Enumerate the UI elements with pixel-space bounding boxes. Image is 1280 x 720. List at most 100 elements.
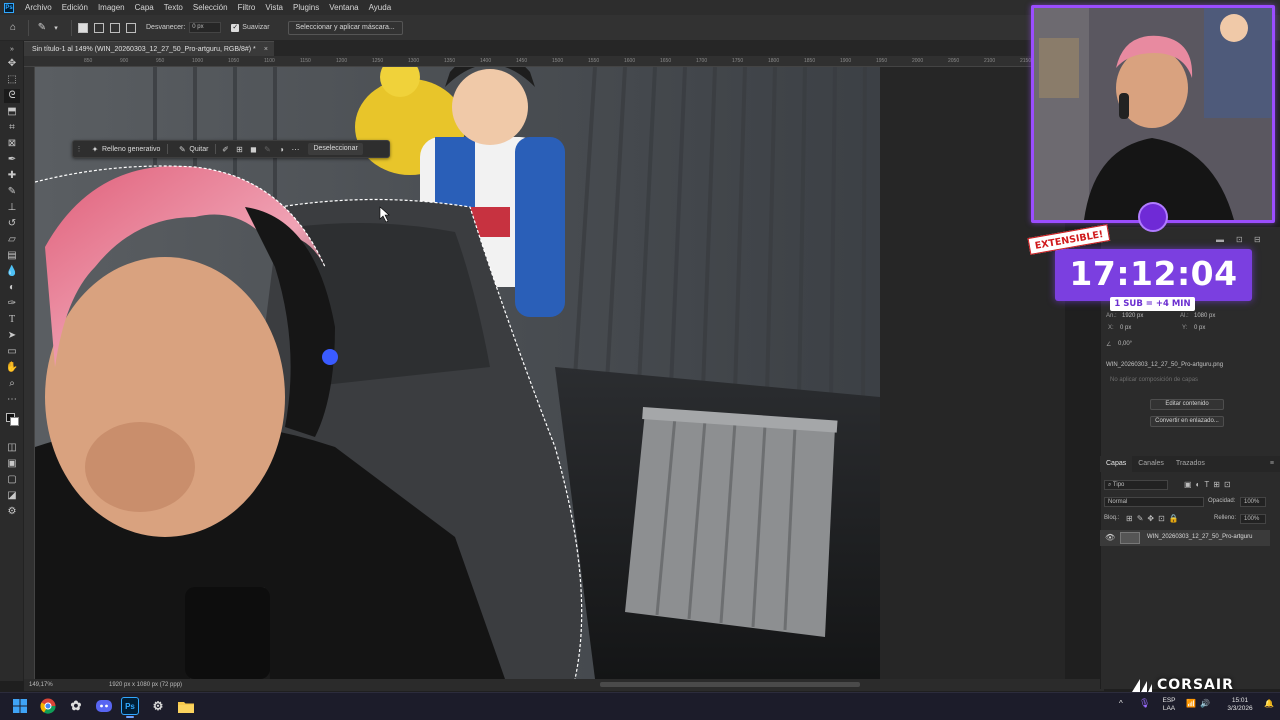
menu-vista[interactable]: Vista <box>260 3 288 12</box>
speaker-icon[interactable]: 🔊 <box>1200 700 1210 708</box>
add-selection-icon[interactable] <box>94 22 104 33</box>
layer-comp-select[interactable]: No aplicar composición de capas <box>1110 377 1198 383</box>
healing-brush-tool-icon[interactable]: ✚ <box>4 169 20 183</box>
crop-tool-icon[interactable]: ⌗ <box>4 121 20 135</box>
menu-imagen[interactable]: Imagen <box>93 3 130 12</box>
smooth-checkbox[interactable]: ✓ <box>231 23 240 32</box>
generative-icon[interactable]: ⚙ <box>4 505 20 519</box>
chevron-down-icon[interactable]: ▾ <box>49 21 63 35</box>
horizontal-scrollbar[interactable] <box>600 682 860 687</box>
mask-icon[interactable]: ◼ <box>246 145 260 154</box>
layer-filter-select[interactable]: ⌕ Tipo <box>1104 480 1168 490</box>
tab-channels[interactable]: Canales <box>1132 456 1170 472</box>
close-icon[interactable]: × <box>264 42 268 57</box>
width-value[interactable]: 1920 px <box>1122 313 1143 319</box>
wifi-icon[interactable]: 📶 <box>1186 700 1196 708</box>
layer-name[interactable]: WIN_20260303_12_27_50_Pro-artguru <box>1147 534 1252 540</box>
panel-settings-icon[interactable]: ⊟ <box>1254 235 1261 244</box>
more-tools-icon[interactable]: ⋯ <box>4 393 20 407</box>
select-subject-icon[interactable]: ⊞ <box>232 145 246 154</box>
canvas-area[interactable] <box>35 67 1065 679</box>
clone-stamp-tool-icon[interactable]: ⊥ <box>4 201 20 215</box>
height-value[interactable]: 1080 px <box>1194 313 1215 319</box>
chrome-icon[interactable] <box>38 696 58 716</box>
eyedropper-tool-icon[interactable]: ✒ <box>4 153 20 167</box>
tab-paths[interactable]: Trazados <box>1170 456 1211 472</box>
generative-fill-button[interactable]: ✦ Relleno generativo <box>83 142 165 156</box>
quick-mask-icon[interactable]: ◫ <box>4 441 20 455</box>
drag-handle-icon[interactable]: ⋮ <box>75 145 83 153</box>
edit-contents-button[interactable]: Editar contenido <box>1150 399 1224 410</box>
history-brush-tool-icon[interactable]: ↺ <box>4 217 20 231</box>
remove-button[interactable]: ✎ Quitar <box>170 142 213 156</box>
toolbar-collapse-icon[interactable]: » <box>4 43 20 57</box>
angle-value[interactable]: 0,00° <box>1118 341 1132 347</box>
discord-icon[interactable] <box>94 696 114 716</box>
gradient-tool-icon[interactable]: ▤ <box>4 249 20 263</box>
zoom-tool-icon[interactable]: ⌕ <box>4 377 20 391</box>
document-tab[interactable]: Sin título-1 al 149% (WIN_20260303_12_27… <box>24 41 274 56</box>
feather-input[interactable]: 0 px <box>189 22 222 33</box>
y-value[interactable]: 0 px <box>1194 325 1205 331</box>
steam-icon[interactable]: ⚙ <box>148 696 168 716</box>
path-selection-tool-icon[interactable]: ➤ <box>4 329 20 343</box>
eraser-tool-icon[interactable]: ▱ <box>4 233 20 247</box>
eye-icon[interactable]: 👁 <box>1105 533 1115 542</box>
panel-folder-icon[interactable]: ▬ <box>1216 235 1224 244</box>
file-explorer-icon[interactable] <box>176 696 196 716</box>
menu-seleccion[interactable]: Selección <box>188 3 233 12</box>
layer-row[interactable]: 👁 WIN_20260303_12_27_50_Pro-artguru <box>1100 530 1270 546</box>
screen-mode-alt-icon[interactable]: ▢ <box>4 473 20 487</box>
new-selection-icon[interactable] <box>78 22 88 33</box>
menu-ventana[interactable]: Ventana <box>324 3 363 12</box>
language-indicator[interactable]: ESP LAA <box>1160 697 1178 713</box>
edit-toolbar-icon[interactable]: ◪ <box>4 489 20 503</box>
type-tool-icon[interactable]: T <box>4 313 20 327</box>
menu-edicion[interactable]: Edición <box>57 3 93 12</box>
menu-filtro[interactable]: Filtro <box>233 3 261 12</box>
subtract-selection-icon[interactable] <box>110 22 120 33</box>
object-selection-tool-icon[interactable]: ⬒ <box>4 105 20 119</box>
fill-input[interactable]: 100% <box>1240 514 1266 524</box>
lasso-tool-icon[interactable]: ᘓ <box>4 89 20 103</box>
screen-mode-icon[interactable]: ▣ <box>4 457 20 471</box>
lock-icons[interactable]: ⊞✎✥⊡🔒 <box>1126 514 1183 523</box>
convert-linked-button[interactable]: Convertir en enlazado... <box>1150 416 1224 427</box>
document-canvas[interactable] <box>35 67 880 679</box>
layer-filter-icons[interactable]: ▣◐T⊞⊡ <box>1184 480 1235 489</box>
move-tool-icon[interactable]: ✥ <box>4 57 20 71</box>
pen-tool-icon[interactable]: ✑ <box>4 297 20 311</box>
fill-icon[interactable]: ✎ <box>260 145 274 154</box>
windows-start-icon[interactable] <box>10 696 30 716</box>
zoom-level[interactable]: 149,17% <box>29 682 69 688</box>
marquee-tool-icon[interactable]: ⬚ <box>4 73 20 87</box>
brush-tool-icon[interactable]: ✎ <box>4 185 20 199</box>
menu-ayuda[interactable]: Ayuda <box>364 3 397 12</box>
openai-app-icon[interactable]: ✿ <box>66 696 86 716</box>
blend-mode-select[interactable]: Normal <box>1104 497 1204 507</box>
tab-layers[interactable]: Capas <box>1100 456 1133 472</box>
blur-tool-icon[interactable]: 💧 <box>4 265 20 279</box>
tray-chevron-up-icon[interactable]: ^ <box>1119 700 1123 708</box>
select-and-mask-button[interactable]: Seleccionar y aplicar máscara... <box>287 20 403 35</box>
deselect-button[interactable]: Deseleccionar <box>308 143 363 155</box>
menu-plugins[interactable]: Plugins <box>288 3 324 12</box>
rectangle-tool-icon[interactable]: ▭ <box>4 345 20 359</box>
lasso-tool-preset-icon[interactable]: ✎ <box>35 21 49 35</box>
more-options-icon[interactable]: ⋯ <box>288 145 302 154</box>
hand-tool-icon[interactable]: ✋ <box>4 361 20 375</box>
menu-archivo[interactable]: Archivo <box>20 3 57 12</box>
panel-artboard-icon[interactable]: ⊡ <box>1236 235 1243 244</box>
adjustment-icon[interactable]: ◑ <box>274 145 288 154</box>
modify-selection-icon[interactable]: ✐ <box>218 145 232 154</box>
menu-texto[interactable]: Texto <box>159 3 188 12</box>
notifications-icon[interactable]: 🔔 <box>1264 700 1274 708</box>
menu-capa[interactable]: Capa <box>130 3 159 12</box>
photoshop-taskbar-icon[interactable]: Ps <box>121 697 139 715</box>
color-swatches-icon[interactable] <box>4 411 20 426</box>
frame-tool-icon[interactable]: ⊠ <box>4 137 20 151</box>
x-value[interactable]: 0 px <box>1120 325 1131 331</box>
panel-menu-icon[interactable]: ≡ <box>1264 456 1280 472</box>
home-icon[interactable]: ⌂ <box>6 21 20 35</box>
dodge-tool-icon[interactable]: ◐ <box>4 281 20 295</box>
